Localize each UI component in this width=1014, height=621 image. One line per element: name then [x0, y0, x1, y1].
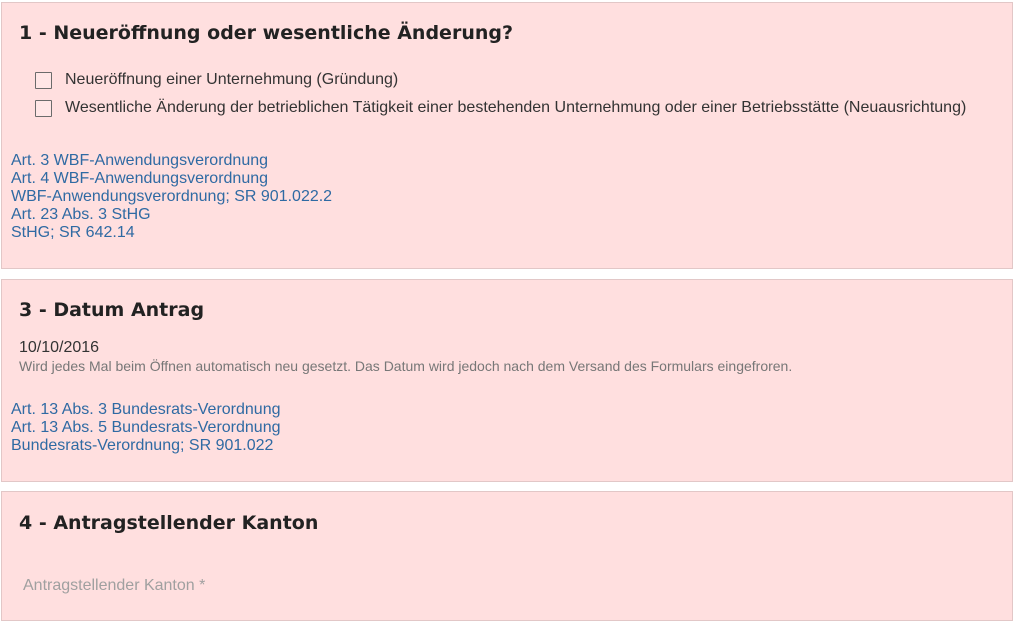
- link-wbf-verordnung[interactable]: WBF-Anwendungsverordnung; SR 901.022.2: [11, 188, 332, 206]
- link-art4-wbf[interactable]: Art. 4 WBF-Anwendungsverordnung: [11, 170, 332, 188]
- link-bundesrats-verordnung[interactable]: Bundesrats-Verordnung; SR 901.022: [11, 437, 281, 455]
- legal-references: Art. 13 Abs. 3 Bundesrats-Verordnung Art…: [11, 401, 281, 455]
- section-antragstellender-kanton: 4 - Antragstellender Kanton: [1, 491, 1013, 621]
- legal-references: Art. 3 WBF-Anwendungsverordnung Art. 4 W…: [11, 152, 332, 242]
- checkbox[interactable]: [35, 71, 52, 89]
- section-title: 3 - Datum Antrag: [19, 299, 205, 321]
- option-wesentliche-aenderung[interactable]: Wesentliche Änderung der betrieblichen T…: [35, 98, 966, 118]
- link-sthg[interactable]: StHG; SR 642.14: [11, 224, 332, 242]
- option-label: Wesentliche Änderung der betrieblichen T…: [65, 99, 967, 116]
- section-title: 4 - Antragstellender Kanton: [19, 512, 319, 534]
- kanton-input[interactable]: [13, 572, 513, 600]
- option-neueroeffnung[interactable]: Neueröffnung einer Unternehmung (Gründun…: [35, 70, 398, 90]
- date-value: 10/10/2016: [19, 339, 100, 356]
- link-art3-wbf[interactable]: Art. 3 WBF-Anwendungsverordnung: [11, 152, 332, 170]
- link-art23-sthg[interactable]: Art. 23 Abs. 3 StHG: [11, 206, 332, 224]
- link-art13-abs3[interactable]: Art. 13 Abs. 3 Bundesrats-Verordnung: [11, 401, 281, 419]
- section-neueroeffnung: 1 - Neueröffnung oder wesentliche Änderu…: [1, 2, 1013, 269]
- checkbox[interactable]: [35, 99, 52, 117]
- section-datum-antrag: 3 - Datum Antrag 10/10/2016 Wird jedes M…: [1, 279, 1013, 482]
- date-hint: Wird jedes Mal beim Öffnen automatisch n…: [19, 358, 793, 374]
- section-title: 1 - Neueröffnung oder wesentliche Änderu…: [19, 22, 513, 44]
- link-art13-abs5[interactable]: Art. 13 Abs. 5 Bundesrats-Verordnung: [11, 419, 281, 437]
- option-label: Neueröffnung einer Unternehmung (Gründun…: [65, 71, 399, 88]
